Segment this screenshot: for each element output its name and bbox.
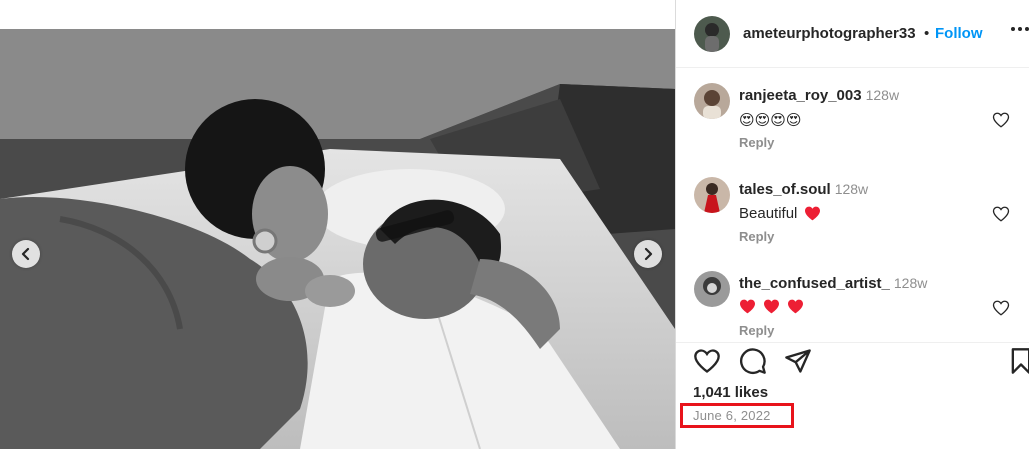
comment-button[interactable] [739, 347, 767, 380]
author-avatar[interactable] [694, 16, 730, 52]
red-heart-emoji [805, 206, 821, 221]
comment-text-row [739, 299, 804, 314]
more-dot [1018, 27, 1022, 31]
comment-timestamp: 128w [865, 87, 900, 103]
reply-button[interactable]: Reply [739, 229, 774, 244]
reply-button[interactable]: Reply [739, 323, 774, 338]
commenter-avatar-image [694, 83, 730, 119]
share-button[interactable] [784, 347, 812, 380]
carousel-prev-button[interactable] [12, 240, 40, 268]
post-actions: 1,041 likes June 6, 2022 [676, 342, 1029, 449]
bookmark-icon [1011, 348, 1029, 374]
reply-button[interactable]: Reply [739, 135, 774, 150]
post-date[interactable]: June 6, 2022 [680, 403, 794, 428]
red-heart-emoji [764, 299, 779, 314]
chevron-left-icon [21, 247, 30, 261]
author-username[interactable]: ameteurphotographer33 [743, 25, 916, 42]
comment-text-row: Beautiful [739, 205, 821, 222]
comment-like-button[interactable] [992, 111, 1010, 134]
photo-image [0, 29, 675, 449]
save-button[interactable] [1009, 347, 1029, 380]
comment-icon [740, 348, 766, 374]
more-options-button[interactable] [1011, 27, 1029, 31]
like-button[interactable] [693, 347, 721, 380]
commenter-avatar-image [694, 271, 730, 307]
comment-timestamp: 128w [834, 181, 869, 197]
post-header: ameteurphotographer33 • Follow [676, 0, 1029, 68]
red-heart-emoji [788, 299, 803, 314]
comment-username[interactable]: tales_of.soul 128w [739, 181, 868, 198]
more-horizontal-icon [1011, 27, 1015, 31]
comment-like-button[interactable] [992, 299, 1010, 322]
heart-icon [992, 206, 1010, 222]
chevron-right-icon [644, 247, 653, 261]
commenter-avatar-image [694, 177, 730, 213]
follow-button[interactable]: Follow [935, 25, 983, 42]
commenter-avatar[interactable] [694, 83, 730, 119]
comment-like-button[interactable] [992, 205, 1010, 228]
comment-timestamp: 128w [893, 275, 928, 291]
comment-text: 😍😍😍😍 [739, 112, 802, 129]
carousel-next-button[interactable] [634, 240, 662, 268]
header-separator: • [924, 25, 930, 42]
heart-icon [992, 300, 1010, 316]
post-photo[interactable] [0, 29, 675, 449]
comment-text: Beautiful [739, 205, 798, 222]
comments-list[interactable]: ranjeeta_roy_003 128w 😍😍😍😍 Reply tales_of… [676, 69, 1029, 342]
send-icon [785, 349, 811, 373]
more-dot [1025, 27, 1029, 31]
red-heart-emoji [740, 299, 755, 314]
post-side-panel: ameteurphotographer33 • Follow ranjeeta_… [675, 0, 1029, 449]
heart-icon [992, 112, 1010, 128]
comment-username[interactable]: the_confused_artist_ 128w [739, 275, 927, 292]
likes-count[interactable]: 1,041 likes [693, 384, 768, 401]
commenter-avatar[interactable] [694, 177, 730, 213]
commenter-avatar[interactable] [694, 271, 730, 307]
heart-icon [694, 349, 720, 373]
post-media-area [0, 0, 675, 449]
comment-username[interactable]: ranjeeta_roy_003 128w [739, 87, 899, 104]
author-avatar-image [694, 16, 730, 52]
